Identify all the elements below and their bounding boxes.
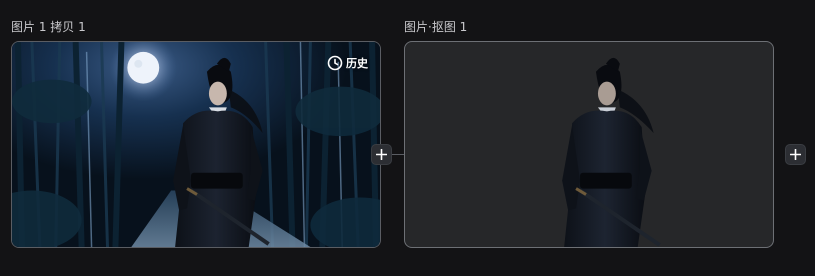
plus-icon bbox=[790, 149, 801, 160]
cutout-image-node[interactable] bbox=[404, 41, 774, 248]
workflow-canvas[interactable]: 图片 1 拷贝 1 历史 图片·抠图 1 bbox=[0, 0, 815, 276]
swordswoman-bamboo-night-image bbox=[12, 42, 380, 247]
history-label: 历史 bbox=[346, 57, 368, 70]
source-node-title: 图片 1 拷贝 1 bbox=[11, 20, 86, 34]
swordswoman-cutout-image bbox=[562, 57, 661, 247]
cutout-node-title: 图片·抠图 1 bbox=[404, 20, 468, 34]
plus-icon bbox=[376, 149, 387, 160]
source-image-node[interactable]: 历史 bbox=[11, 41, 381, 248]
history-button[interactable]: 历史 bbox=[327, 53, 368, 73]
history-clock-icon bbox=[327, 55, 343, 71]
add-node-button-right[interactable] bbox=[785, 144, 806, 165]
node-connector-line bbox=[392, 154, 404, 155]
add-node-button-middle[interactable] bbox=[371, 144, 392, 165]
